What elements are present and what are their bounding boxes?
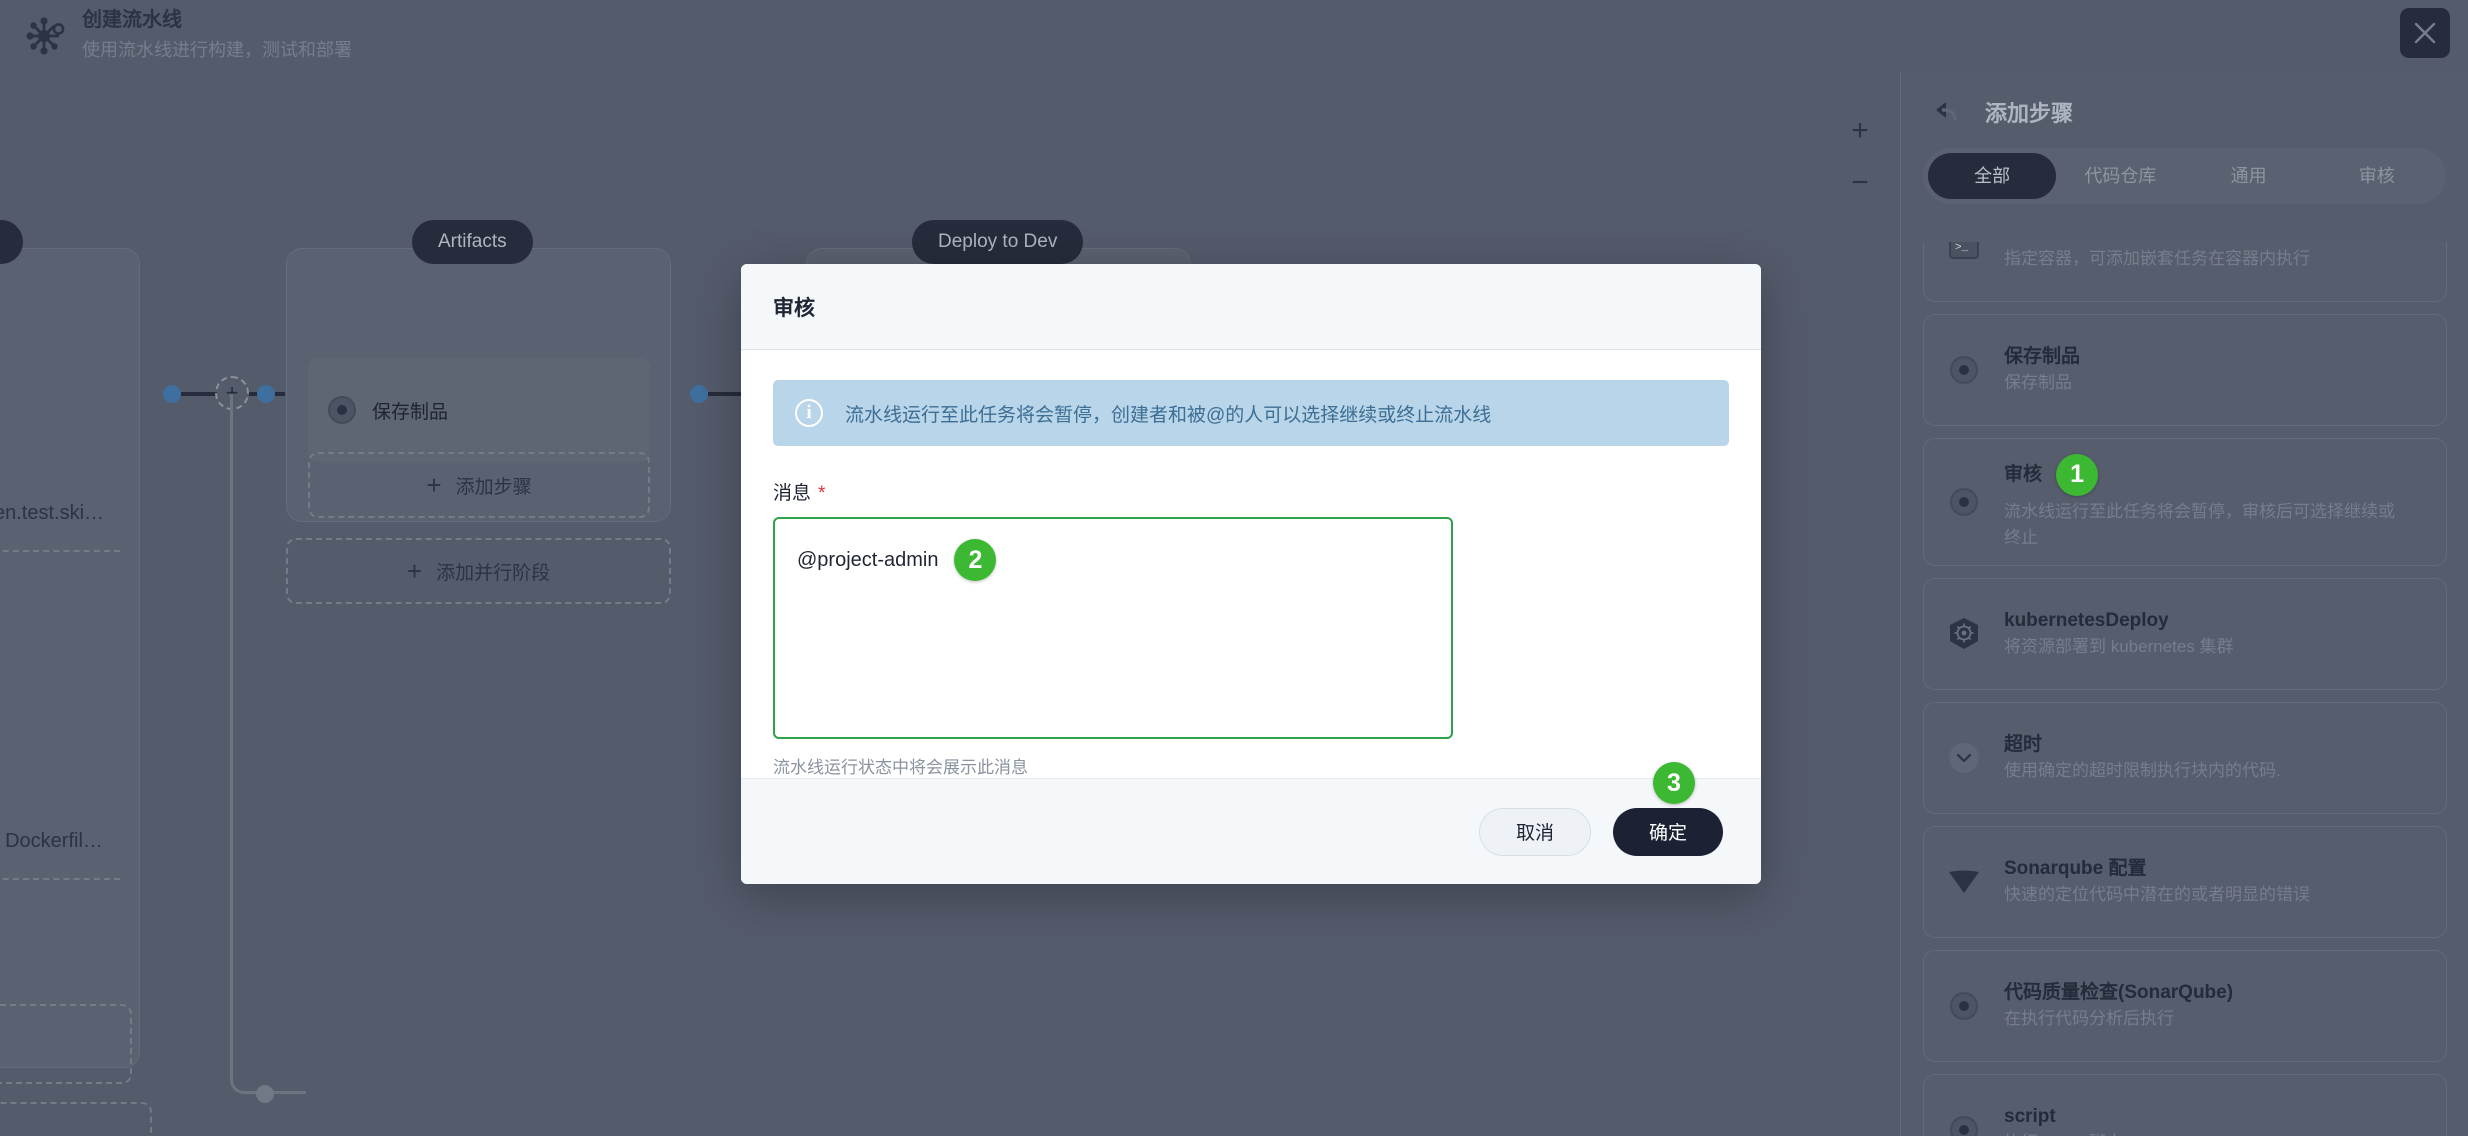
confirm-button[interactable]: 确定 xyxy=(1612,807,1723,856)
sonarqube-icon xyxy=(1942,860,1986,904)
pipeline-node-icon xyxy=(18,10,70,62)
list-item-title: script xyxy=(2004,1106,2056,1127)
tab-code-repo[interactable]: 代码仓库 xyxy=(2056,153,2184,199)
app-root: 创建流水线 使用流水线进行构建，测试和部署 + − ush en.test.sk… xyxy=(0,0,2468,1136)
tab-review[interactable]: 审核 xyxy=(2313,153,2441,199)
list-item-desc: 在执行代码分析后执行 xyxy=(2004,1009,2174,1028)
terminal-icon: >_ xyxy=(1942,242,1986,268)
stage-pill-artifacts[interactable]: Artifacts xyxy=(412,220,533,264)
dialog-body: i 流水线运行至此任务将会暂停，创建者和被@的人可以选择继续或终止流水线 消息 *… xyxy=(741,350,1761,778)
connector-dot xyxy=(690,385,708,403)
list-item[interactable]: >_ 指定容器 指定容器，可添加嵌套任务在容器内执行 xyxy=(1923,242,2447,302)
divider xyxy=(0,878,120,880)
connector-line xyxy=(708,392,744,396)
add-step-label: 添加步骤 xyxy=(455,476,532,498)
list-item-title: 审核 1 xyxy=(2004,453,2428,496)
close-button[interactable] xyxy=(2400,8,2450,58)
target-icon xyxy=(1942,984,1986,1028)
message-field-label: 消息 * xyxy=(773,478,1729,505)
add-step-button-artifacts[interactable]: + 添加步骤 xyxy=(308,452,650,518)
target-icon xyxy=(1942,1108,1986,1136)
list-item-title: Sonarqube 配置 xyxy=(2004,858,2147,879)
close-icon xyxy=(2414,22,2436,44)
list-item-desc: 流水线运行至此任务将会暂停，审核后可选择继续或终止 xyxy=(2004,501,2395,547)
stage-pill-deploy-to-dev[interactable]: Deploy to Dev xyxy=(912,220,1084,264)
target-icon xyxy=(328,396,356,424)
divider xyxy=(0,550,120,552)
step-label: 保存制品 xyxy=(372,401,449,423)
add-parallel-stage-button[interactable]: + 添加并行阶段 xyxy=(286,538,671,604)
message-helper-text: 流水线运行状态中将会展示此消息 xyxy=(773,758,1028,777)
dialog-header: 审核 xyxy=(741,264,1761,350)
list-item[interactable]: 保存制品 保存制品 xyxy=(1923,314,2447,426)
add-step-panel: 添加步骤 全部 代码仓库 通用 审核 >_ 指定容器 指定容器，可添加嵌套任务在… xyxy=(1900,72,2468,1136)
tab-general[interactable]: 通用 xyxy=(2185,153,2313,199)
step-label-truncated-1: f Dockerfil… xyxy=(0,830,103,852)
list-item[interactable]: 代码质量检查(SonarQube) 在执行代码分析后执行 xyxy=(1923,950,2447,1062)
info-icon: i xyxy=(795,399,823,427)
panel-header: 添加步骤 xyxy=(1901,72,2468,136)
list-item-title: 代码质量检查(SonarQube) xyxy=(2004,982,2234,1003)
page-title-block: 创建流水线 使用流水线进行构建，测试和部署 xyxy=(82,6,352,64)
add-parallel-stage-label: 添加并行阶段 xyxy=(436,562,551,584)
list-item-desc: 将资源部署到 kubernetes 集群 xyxy=(2004,637,2234,656)
back-arrow-icon[interactable] xyxy=(1933,99,1963,125)
add-parallel-stage-button-secondary[interactable] xyxy=(0,1102,152,1136)
page-title: 创建流水线 xyxy=(82,9,182,31)
dialog-footer: 取消 确定 xyxy=(741,778,1761,884)
page-subtitle: 使用流水线进行构建，测试和部署 xyxy=(82,40,352,60)
zoom-in-button[interactable]: + xyxy=(1843,114,1877,148)
list-item-desc: 指定容器，可添加嵌套任务在容器内执行 xyxy=(2004,249,2310,268)
annotation-badge-1: 1 xyxy=(2056,453,2099,496)
target-icon xyxy=(1942,348,1986,392)
list-item-review[interactable]: 审核 1 流水线运行至此任务将会暂停，审核后可选择继续或终止 xyxy=(1923,438,2447,566)
message-label-text: 消息 xyxy=(773,483,812,504)
chevron-down-icon xyxy=(1942,736,1986,780)
list-item-desc: 使用确定的超时限制执行块内的代码. xyxy=(2004,761,2281,780)
tab-all[interactable]: 全部 xyxy=(1928,153,2057,199)
connector-line xyxy=(181,392,217,396)
annotation-badge-3: 3 xyxy=(1653,762,1695,804)
list-item-title: kubernetesDeploy xyxy=(2004,610,2169,631)
annotation-badge-2: 2 xyxy=(954,539,997,581)
list-item-desc: 保存制品 xyxy=(2004,373,2072,392)
zoom-controls: + − xyxy=(1840,114,1880,200)
plus-icon: + xyxy=(406,556,423,586)
step-card-save-artifact[interactable]: 保存制品 xyxy=(308,358,650,462)
list-item[interactable]: Sonarqube 配置 快速的定位代码中潜在的或者明显的错误 xyxy=(1923,826,2447,938)
required-asterisk: * xyxy=(818,483,826,504)
step-label-truncated-0: en.test.ski… xyxy=(0,502,105,524)
cancel-button[interactable]: 取消 xyxy=(1478,807,1591,856)
connector-dot xyxy=(163,385,181,403)
list-item-title: 指定容器 xyxy=(2004,242,2428,246)
panel-title: 添加步骤 xyxy=(1985,101,2074,126)
kubernetes-icon xyxy=(1942,612,1986,656)
info-banner: i 流水线运行至此任务将会暂停，创建者和被@的人可以选择继续或终止流水线 xyxy=(773,380,1729,446)
step-list[interactable]: >_ 指定容器 指定容器，可添加嵌套任务在容器内执行 保存制品 保存制品 xyxy=(1901,242,2468,1136)
panel-tabs: 全部 代码仓库 通用 审核 xyxy=(1923,148,2446,204)
list-item-title: 超时 xyxy=(2004,734,2043,755)
info-banner-text: 流水线运行至此任务将会暂停，创建者和被@的人可以选择继续或终止流水线 xyxy=(845,404,1492,426)
list-item-title: 保存制品 xyxy=(2004,346,2081,367)
target-icon xyxy=(1942,480,1986,524)
review-step-dialog: 审核 i 流水线运行至此任务将会暂停，创建者和被@的人可以选择继续或终止流水线 … xyxy=(741,264,1761,884)
message-textarea[interactable]: @project-admin 2 xyxy=(773,517,1453,739)
zoom-out-button[interactable]: − xyxy=(1843,166,1877,200)
plus-icon: + xyxy=(426,470,442,500)
list-item[interactable]: 超时 使用确定的超时限制执行块内的代码. xyxy=(1923,702,2447,814)
stage-card-push[interactable] xyxy=(0,248,140,1068)
list-item-desc: 快速的定位代码中潜在的或者明显的错误 xyxy=(2004,885,2310,904)
list-item[interactable]: script 执行groovy脚本 xyxy=(1923,1074,2447,1136)
connector-dot-grey xyxy=(256,1085,274,1103)
message-textarea-value: @project-admin xyxy=(797,548,939,571)
list-item-title-text: 审核 xyxy=(2004,463,2043,485)
app-header: 创建流水线 使用流水线进行构建，测试和部署 xyxy=(0,0,2468,72)
dialog-title: 审核 xyxy=(773,296,815,320)
list-item[interactable]: kubernetesDeploy 将资源部署到 kubernetes 集群 xyxy=(1923,578,2447,690)
add-step-button-secondary[interactable] xyxy=(0,1004,132,1084)
